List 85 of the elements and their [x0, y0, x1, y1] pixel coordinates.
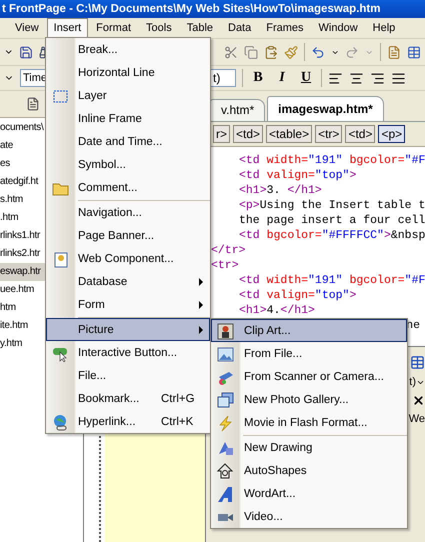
- menu-item[interactable]: Video...: [211, 505, 407, 528]
- menu-item[interactable]: Date and Time...: [46, 130, 210, 153]
- menu-item[interactable]: From Scanner or Camera...: [211, 365, 407, 388]
- shapes-icon: [217, 440, 234, 457]
- menu-title[interactable]: Insert: [46, 18, 88, 38]
- tag-chip[interactable]: <p>: [378, 125, 406, 143]
- code-line: the page insert a four cell: [238, 213, 425, 228]
- menu-title[interactable]: Format: [89, 18, 138, 38]
- justify-icon[interactable]: [391, 70, 406, 86]
- shape-outline-icon: [217, 463, 234, 480]
- menu-item[interactable]: Break...: [46, 38, 210, 61]
- menu-item[interactable]: Bookmark... Ctrl+G: [46, 387, 210, 410]
- menu-item[interactable]: Inline Frame: [46, 107, 210, 130]
- tag-chip[interactable]: <table>: [266, 125, 312, 143]
- style-button[interactable]: U: [297, 70, 315, 86]
- tag-chip[interactable]: <tr>: [315, 125, 342, 143]
- scanner-icon: [217, 369, 234, 386]
- table-icon[interactable]: [410, 355, 425, 370]
- tag-chip[interactable]: <td>: [345, 125, 376, 143]
- button-cursor-icon: [52, 345, 69, 362]
- code-line: <h1>3. </h1>: [238, 183, 323, 198]
- code-line: <td width="191" bgcolor="#F: [238, 153, 425, 168]
- brush-icon[interactable]: [284, 44, 298, 60]
- menu-title[interactable]: Frames: [259, 18, 311, 38]
- photo-stack-icon: [217, 392, 234, 409]
- menu-item[interactable]: Picture: [46, 318, 210, 341]
- document-icon[interactable]: [386, 44, 401, 60]
- menu-item[interactable]: Hyperlink... Ctrl+K: [46, 410, 210, 433]
- menu-title[interactable]: Data: [221, 18, 258, 38]
- code-line: <tr>: [211, 258, 240, 273]
- code-line: <p>Using the Insert table t: [238, 198, 425, 213]
- style-button[interactable]: B: [249, 70, 267, 86]
- menu-item[interactable]: Comment...: [46, 176, 210, 199]
- menu-title[interactable]: Help: [366, 18, 402, 38]
- globe-link-icon: [52, 414, 69, 431]
- menu-item[interactable]: Movie in Flash Format...: [211, 411, 407, 434]
- menu-item[interactable]: File...: [46, 364, 210, 387]
- code-line: <td width="191" bgcolor="#F: [238, 273, 425, 288]
- window-title: t FrontPage - C:\My Documents\My Web Sites\HowTo\imageswap.htm: [1, 3, 380, 15]
- menu-item[interactable]: Symbol...: [46, 153, 210, 176]
- document-gear-icon: [52, 251, 69, 268]
- menu-title[interactable]: Table: [180, 18, 220, 38]
- menu-item[interactable]: From File...: [211, 342, 407, 365]
- menu-item[interactable]: Form: [46, 293, 210, 316]
- menu-item[interactable]: Navigation...: [46, 201, 210, 224]
- menu-title[interactable]: View: [8, 18, 46, 38]
- menu-item[interactable]: Clip Art...: [211, 319, 407, 342]
- save-icon[interactable]: [19, 44, 34, 60]
- size-field[interactable]: t): [210, 69, 236, 87]
- menu-item[interactable]: Layer: [46, 84, 210, 107]
- tag-chip[interactable]: r>: [213, 125, 230, 143]
- paste-icon[interactable]: [264, 44, 278, 60]
- menu-title[interactable]: Window: [312, 18, 365, 38]
- menu-item[interactable]: New Photo Gallery...: [211, 388, 407, 411]
- slanted-shape-icon: [217, 486, 234, 503]
- document-tab[interactable]: imageswap.htm*: [267, 96, 384, 121]
- menu-item[interactable]: Page Banner...: [46, 224, 210, 247]
- code-line: </tr>: [211, 243, 247, 258]
- code-line: <td valign="top">: [238, 168, 358, 183]
- table-icon[interactable]: [406, 44, 421, 60]
- style-button[interactable]: I: [273, 70, 291, 86]
- document-icon[interactable]: [26, 97, 40, 111]
- document-tab[interactable]: v.htm*: [210, 99, 266, 121]
- code-line: <td valign="top">: [238, 288, 358, 303]
- code-line: <td bgcolor="#FFFFCC">&nbsp: [238, 228, 425, 243]
- menu-item[interactable]: Interactive Button...: [46, 341, 210, 364]
- figure-frame-icon: [217, 323, 234, 340]
- menu-item[interactable]: New Drawing: [211, 436, 407, 459]
- scissors-icon[interactable]: [224, 44, 238, 60]
- close-icon[interactable]: [412, 394, 425, 407]
- menu-item[interactable]: WordArt...: [211, 482, 407, 505]
- landscape-image-icon: [217, 346, 234, 363]
- panel-text: We: [408, 413, 425, 425]
- tag-chip[interactable]: <td>: [233, 125, 264, 143]
- menu-item[interactable]: AutoShapes: [211, 459, 407, 482]
- undo-icon[interactable]: [310, 44, 325, 60]
- copy-icon[interactable]: [244, 44, 258, 60]
- lightning-icon: [217, 415, 234, 432]
- size-text: t): [409, 376, 416, 388]
- align-right-icon[interactable]: [370, 70, 385, 86]
- menu-title[interactable]: Tools: [139, 18, 179, 38]
- code-line: <h1>4.</h1>: [238, 303, 316, 318]
- dashed-square-icon: [52, 88, 69, 105]
- align-left-icon[interactable]: [328, 70, 343, 86]
- align-center-icon[interactable]: [349, 70, 364, 86]
